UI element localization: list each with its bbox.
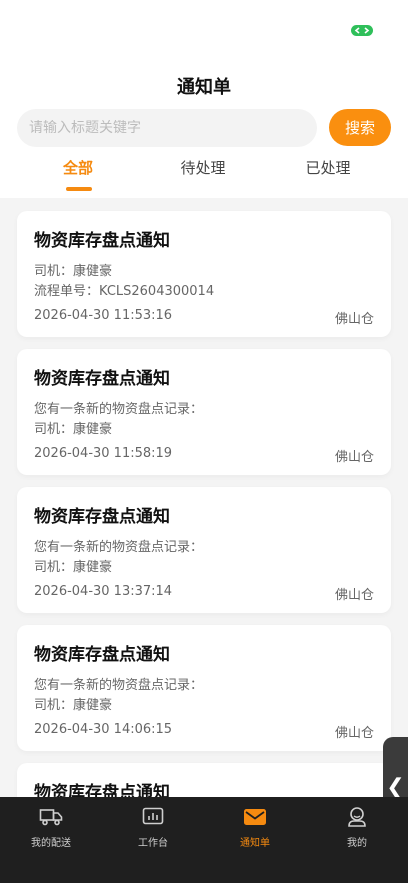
search-field[interactable]	[17, 109, 317, 147]
tabbar-item-workbench[interactable]: 工作台	[113, 806, 193, 849]
bottom-tab-bar: 我的配送 工作台 通知单 我的	[0, 797, 408, 883]
card-line-1: 司机：康健豪	[34, 264, 113, 279]
card-timestamp: 2026-04-30 11:53:16	[34, 308, 173, 323]
card-title: 物资库存盘点通知	[34, 645, 170, 665]
card-title: 物资库存盘点通知	[34, 369, 170, 389]
tab-pending[interactable]: 待处理	[153, 157, 253, 178]
notification-card[interactable]: 物资库存盘点通知 您有一条新的物资盘点记录： 司机：康健豪 2026-04-30…	[17, 349, 391, 475]
tab-processed[interactable]: 已处理	[278, 157, 378, 178]
card-line-2: 司机：康健豪	[34, 560, 113, 575]
dashboard-icon	[142, 807, 164, 825]
tabbar-item-notices[interactable]: 通知单	[215, 806, 295, 849]
truck-icon	[39, 809, 63, 826]
card-line-1: 您有一条新的物资盘点记录：	[34, 540, 204, 555]
card-title: 物资库存盘点通知	[34, 231, 170, 251]
card-line-2: 司机：康健豪	[34, 422, 113, 437]
tabbar-label: 我的	[347, 838, 367, 849]
tabbar-label: 工作台	[138, 838, 168, 849]
search-input[interactable]	[29, 120, 305, 136]
card-line-1: 您有一条新的物资盘点记录：	[34, 678, 204, 693]
card-warehouse: 佛山仓	[334, 312, 374, 327]
card-timestamp: 2026-04-30 14:06:15	[34, 722, 173, 737]
card-warehouse: 佛山仓	[334, 588, 374, 603]
tabbar-label: 通知单	[240, 838, 270, 849]
user-icon	[348, 807, 366, 827]
tab-all[interactable]: 全部	[28, 157, 128, 178]
notification-card[interactable]: 物资库存盘点通知 您有一条新的物资盘点记录： 司机：康健豪 2026-04-30…	[17, 487, 391, 613]
search-button[interactable]: 搜索	[329, 109, 391, 146]
card-timestamp: 2026-04-30 13:37:14	[34, 584, 173, 599]
tabbar-label: 我的配送	[31, 838, 71, 849]
tabbar-item-mine[interactable]: 我的	[317, 806, 397, 849]
card-warehouse: 佛山仓	[334, 450, 374, 465]
card-timestamp: 2026-04-30 11:58:19	[34, 446, 173, 461]
notification-card[interactable]: 物资库存盘点通知 司机：康健豪 流程单号：KCLS2604300014 2026…	[17, 211, 391, 337]
filter-tabs: 全部 待处理 已处理	[0, 157, 408, 193]
card-line-2: 司机：康健豪	[34, 698, 113, 713]
active-tab-indicator	[66, 187, 92, 191]
chevron-left-icon: ❮	[386, 774, 405, 800]
page-title: 通知单	[177, 77, 231, 98]
tabbar-item-delivery[interactable]: 我的配送	[11, 806, 91, 849]
card-line-2: 流程单号：KCLS2604300014	[34, 284, 215, 299]
card-warehouse: 佛山仓	[334, 726, 374, 741]
envelope-icon	[244, 809, 266, 825]
card-title: 物资库存盘点通知	[34, 507, 170, 527]
header-area: 通知单 搜索 全部 待处理 已处理	[0, 0, 408, 198]
card-line-1: 您有一条新的物资盘点记录：	[34, 402, 204, 417]
battery-indicator-icon	[351, 25, 373, 36]
notification-card[interactable]: 物资库存盘点通知 您有一条新的物资盘点记录： 司机：康健豪 2026-04-30…	[17, 625, 391, 751]
